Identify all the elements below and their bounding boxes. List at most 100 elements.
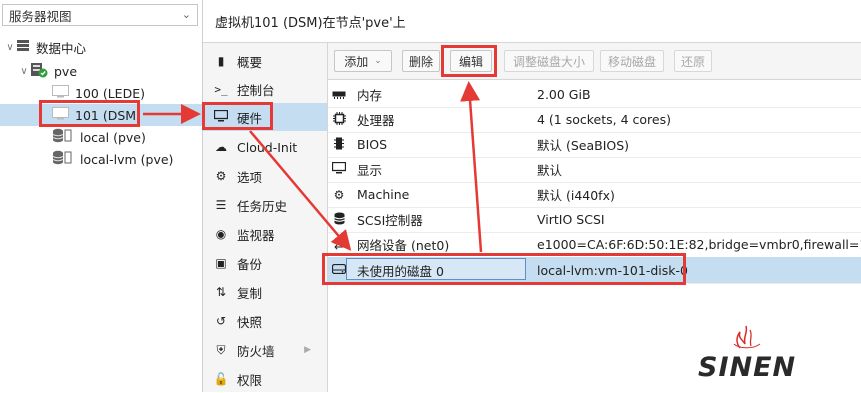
cloud-icon: ☁ (215, 140, 227, 154)
nav-label: 任务历史 (237, 198, 288, 214)
hardware-value: 2.00 GiB (537, 87, 591, 102)
nav-item-backup[interactable]: ▣ 备份 (203, 249, 327, 277)
tree-item-label: 100 (LEDE) (75, 85, 145, 101)
nav-item-firewall[interactable]: ⛨ 防火墙 ▶ (203, 336, 327, 364)
nav-label: 概要 (237, 54, 263, 70)
view-select[interactable]: 服务器视图 ⌄ (2, 4, 198, 26)
hardware-value: 4 (1 sockets, 4 cores) (537, 112, 671, 127)
nav-label: 监视器 (237, 227, 275, 243)
vm-icon (52, 85, 69, 101)
resize-disk-button[interactable]: 调整磁盘大小 (504, 50, 594, 72)
hardware-row-network[interactable]: ⇄ 网络设备 (net0) e1000=CA:6F:6D:50:1E:82,br… (328, 232, 861, 258)
vm-icon (52, 107, 69, 123)
tree-item-datacenter[interactable]: ∨ 数据中心 (4, 36, 86, 58)
nav-item-snapshots[interactable]: ↺ 快照 (203, 307, 327, 335)
hdd-icon (331, 263, 347, 277)
remove-button[interactable]: 删除 (402, 50, 440, 72)
chevron-down-icon[interactable]: ⌄ (182, 8, 191, 21)
chevron-right-icon[interactable]: ▶ (304, 345, 311, 355)
hardware-row-cpu[interactable]: 处理器 4 (1 sockets, 4 cores) (328, 107, 861, 133)
hardware-row-scsi-controller[interactable]: SCSI控制器 VirtIO SCSI (328, 207, 861, 233)
shield-icon: ⛨ (216, 342, 226, 357)
hardware-name: Machine (357, 187, 410, 202)
move-disk-label: 移动磁盘 (607, 54, 656, 69)
flame-logo-icon (733, 325, 761, 349)
resource-tree-panel: 服务器视图 ⌄ ∨ 数据中心 ∨ pve 100 (LEDE) 101 (DSM… (0, 0, 203, 392)
tree-item-vm-101[interactable]: 101 (DSM) (0, 104, 202, 126)
nav-item-options[interactable]: ⚙ 选项 (203, 162, 327, 190)
hardware-row-unused-disk[interactable]: 未使用的磁盘 0 local-lvm:vm-101-disk-0 (328, 257, 861, 284)
page-title: 虚拟机101 (DSM)在节点'pve'上 (203, 0, 861, 43)
memory-icon (332, 88, 346, 102)
remove-button-label: 删除 (408, 54, 433, 69)
edit-button[interactable]: 编辑 (450, 50, 492, 72)
nav-item-console[interactable]: >_ 控制台 (203, 75, 327, 103)
database-icon (332, 212, 346, 228)
nav-item-cloud-init[interactable]: ☁ Cloud-Init (203, 133, 327, 161)
hardware-name: 网络设备 (net0) (357, 238, 450, 253)
list-icon: ☰ (215, 198, 227, 212)
retweet-icon: ⇅ (215, 285, 227, 299)
nav-label: 快照 (237, 314, 263, 330)
page-title-text: 虚拟机101 (DSM)在节点'pve'上 (215, 15, 406, 31)
nav-label: 复制 (237, 285, 263, 301)
microchip-icon (332, 137, 346, 153)
hardware-row-memory[interactable]: 内存 2.00 GiB (328, 82, 861, 108)
exchange-icon: ⇄ (333, 237, 345, 252)
hardware-name: 显示 (357, 163, 383, 178)
nav-label: 控制台 (237, 82, 275, 98)
hardware-value: e1000=CA:6F:6D:50:1E:82,bridge=vmbr0,fir… (537, 237, 861, 252)
hardware-name: 内存 (357, 88, 383, 103)
nav-label: 备份 (237, 256, 263, 272)
hardware-value: 默认 (SeaBIOS) (537, 138, 630, 153)
hardware-name: SCSI控制器 (357, 213, 423, 228)
unlock-icon: 🔓 (213, 372, 229, 386)
tree-item-storage-local[interactable]: local (pve) (52, 126, 146, 148)
tree-item-label: pve (54, 63, 78, 79)
revert-button[interactable]: 还原 (674, 50, 712, 72)
database-icon (52, 150, 74, 168)
hardware-name: 处理器 (357, 113, 395, 128)
hardware-row-display[interactable]: 显示 默认 (328, 157, 861, 183)
tree-item-label: 101 (DSM) (75, 107, 141, 123)
history-icon: ↺ (215, 314, 227, 328)
hardware-toolbar: 添加 ⌄ 删除 编辑 调整磁盘大小 移动磁盘 还原 (328, 43, 861, 80)
book-icon: ▮ (217, 54, 225, 68)
desktop-icon (213, 109, 229, 125)
nav-item-permissions[interactable]: 🔓 权限 (203, 365, 327, 393)
tree-item-label: local (pve) (80, 129, 146, 145)
hardware-row-machine[interactable]: ⚙ Machine 默认 (i440fx) (328, 182, 861, 208)
view-select-value: 服务器视图 (9, 8, 72, 24)
collapse-icon[interactable]: ∨ (18, 66, 30, 77)
hardware-row-bios[interactable]: BIOS 默认 (SeaBIOS) (328, 132, 861, 158)
add-button[interactable]: 添加 ⌄ (334, 50, 392, 72)
chevron-down-icon: ⌄ (374, 56, 382, 66)
tree-item-node-pve[interactable]: ∨ pve (18, 60, 77, 82)
nav-label: 选项 (237, 169, 263, 185)
database-icon (52, 128, 74, 146)
nav-item-task-history[interactable]: ☰ 任务历史 (203, 191, 327, 219)
add-button-label: 添加 (344, 54, 369, 69)
nav-label: 防火墙 (237, 343, 275, 359)
terminal-icon: >_ (214, 82, 228, 96)
gear-icon: ⚙ (215, 169, 227, 183)
vm-sidenav: ▮ 概要 >_ 控制台 硬件 ☁ Cloud-Init ⚙ 选项 ☰ 任务历史 ◉ 监视器 … (203, 43, 328, 392)
server-stack-icon (16, 39, 30, 55)
tree-item-vm-100[interactable]: 100 (LEDE) (52, 82, 145, 104)
nav-item-hardware[interactable]: 硬件 (203, 103, 327, 131)
nav-label: Cloud-Init (237, 139, 298, 155)
nav-label: 权限 (237, 372, 263, 388)
eye-icon: ◉ (215, 227, 227, 241)
nav-item-summary[interactable]: ▮ 概要 (203, 47, 327, 75)
node-online-icon (30, 62, 48, 81)
hardware-name: BIOS (357, 137, 388, 152)
tree-item-storage-lvm[interactable]: local-lvm (pve) (52, 148, 173, 170)
hardware-value: local-lvm:vm-101-disk-0 (537, 262, 688, 278)
nav-item-monitor[interactable]: ◉ 监视器 (203, 220, 327, 248)
collapse-icon[interactable]: ∨ (4, 42, 16, 53)
hardware-value: VirtIO SCSI (537, 212, 605, 227)
move-disk-button[interactable]: 移动磁盘 (600, 50, 664, 72)
tree-item-label: local-lvm (pve) (80, 151, 174, 167)
nav-item-replication[interactable]: ⇅ 复制 (203, 278, 327, 306)
watermark-text: SINEN (698, 352, 797, 383)
